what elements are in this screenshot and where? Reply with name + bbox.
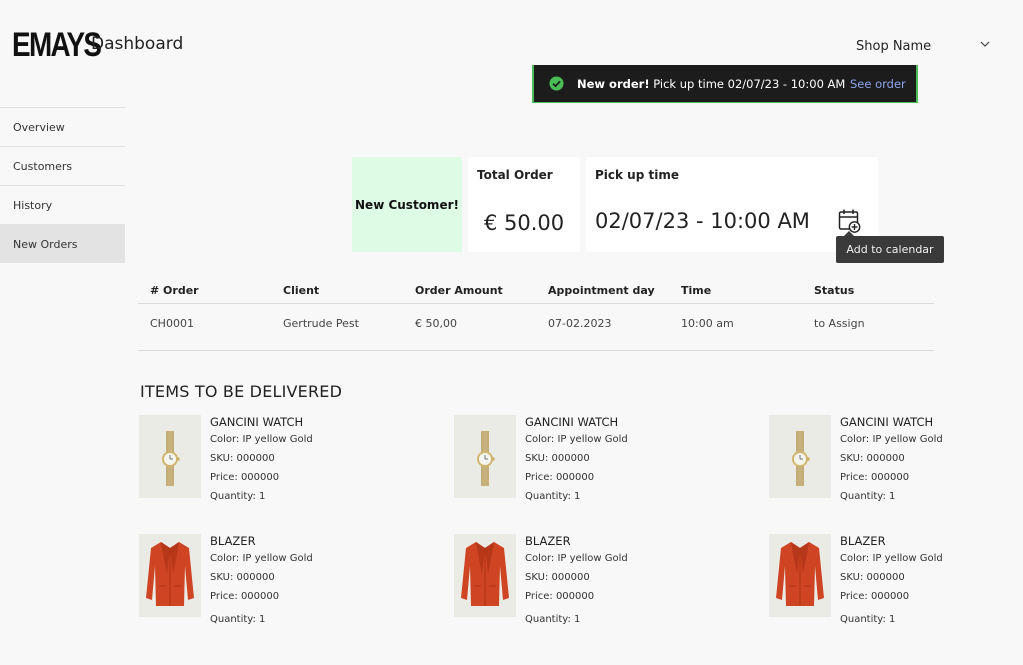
column-header-client: Client: [283, 284, 320, 297]
item-sku: SKU: 000000: [840, 453, 905, 464]
item-quantity: Quantity: 1: [525, 614, 581, 625]
column-header-amount: Order Amount: [415, 284, 503, 297]
watch-image: [454, 415, 516, 498]
delivery-item: BLAZER Color: IP yellow Gold SKU: 000000 Pr…: [454, 534, 704, 639]
watch-image: [139, 415, 201, 498]
toast-message-bold: New order!: [577, 77, 650, 91]
pickup-time-card: Pick up time 02/07/23 - 10:00 AM: [586, 157, 878, 252]
blazer-image: [454, 534, 516, 617]
sidebar-item-label: History: [13, 198, 53, 212]
item-sku: SKU: 000000: [840, 572, 905, 583]
item-sku: SKU: 000000: [525, 453, 590, 464]
item-name: BLAZER: [210, 534, 256, 548]
chevron-down-icon: [980, 41, 990, 47]
item-quantity: Quantity: 1: [525, 491, 581, 502]
item-color: Color: IP yellow Gold: [210, 434, 313, 445]
check-circle-icon: [549, 76, 564, 91]
see-order-link[interactable]: See order: [850, 77, 906, 91]
item-name: GANCINI WATCH: [210, 415, 304, 429]
new-order-toast: New order! Pick up time 02/07/23 - 10:00…: [532, 65, 918, 103]
item-price: Price: 000000: [840, 472, 910, 483]
item-quantity: Quantity: 1: [210, 491, 266, 502]
blazer-image: [769, 534, 831, 617]
item-color: Color: IP yellow Gold: [840, 553, 943, 564]
item-price: Price: 000000: [210, 591, 280, 602]
sidebar-item-overview[interactable]: Overview: [0, 107, 125, 146]
brand-logo: EMAYS: [12, 26, 102, 64]
item-name: GANCINI WATCH: [840, 415, 934, 429]
sidebar-item-label: Overview: [13, 120, 65, 134]
total-order-label: Total Order: [477, 168, 553, 182]
sidebar-item-customers[interactable]: Customers: [0, 146, 125, 185]
new-customer-card: New Customer!: [352, 157, 462, 252]
sidebar-item-label: Customers: [13, 159, 73, 173]
item-price: Price: 000000: [840, 591, 910, 602]
orders-table: # Order Client Order Amount Appointment …: [138, 278, 934, 351]
item-sku: SKU: 000000: [210, 572, 275, 583]
item-color: Color: IP yellow Gold: [210, 553, 313, 564]
blazer-image: [139, 534, 201, 617]
total-order-value: € 50.00: [484, 211, 565, 235]
column-header-appointment: Appointment day: [548, 284, 655, 297]
item-price: Price: 000000: [525, 472, 595, 483]
total-order-card: Total Order € 50.00: [468, 157, 580, 252]
item-name: GANCINI WATCH: [525, 415, 619, 429]
sidebar-item-history[interactable]: History: [0, 185, 125, 224]
toast-message-text: Pick up time 02/07/23 - 10:00 AM: [649, 77, 846, 91]
toast-message: New order! Pick up time 02/07/23 - 10:00…: [577, 77, 845, 91]
column-header-order: # Order: [150, 284, 199, 297]
item-name: BLAZER: [840, 534, 886, 548]
column-header-time: Time: [681, 284, 712, 297]
cell-appointment: 07-02.2023: [548, 317, 612, 330]
page-title: Dashboard: [91, 34, 184, 54]
item-price: Price: 000000: [210, 472, 280, 483]
delivery-item: BLAZER Color: IP yellow Gold SKU: 000000 Pr…: [769, 534, 1019, 639]
shop-name-label: Shop Name: [856, 38, 932, 54]
cell-time: 10:00 am: [681, 317, 734, 330]
item-name: BLAZER: [525, 534, 571, 548]
column-header-status: Status: [814, 284, 855, 297]
cell-order: CH0001: [150, 317, 194, 330]
sidebar-item-label: New Orders: [13, 237, 78, 251]
pickup-time-value: 02/07/23 - 10:00 AM: [595, 209, 810, 233]
delivery-item: GANCINI WATCH Color: IP yellow Gold SKU: 0…: [454, 415, 704, 520]
item-quantity: Quantity: 1: [840, 614, 896, 625]
item-color: Color: IP yellow Gold: [525, 434, 628, 445]
table-row[interactable]: CH0001 Gertrude Pest € 50,00 07-02.2023 …: [138, 304, 934, 351]
item-color: Color: IP yellow Gold: [525, 553, 628, 564]
watch-image: [769, 415, 831, 498]
table-header: # Order Client Order Amount Appointment …: [138, 278, 934, 304]
item-sku: SKU: 000000: [210, 453, 275, 464]
cell-status: to Assign: [814, 317, 865, 330]
item-price: Price: 000000: [525, 591, 595, 602]
cell-client: Gertrude Pest: [283, 317, 359, 330]
item-color: Color: IP yellow Gold: [840, 434, 943, 445]
delivery-item: BLAZER Color: IP yellow Gold SKU: 000000 Pr…: [139, 534, 389, 639]
items-section-title: ITEMS TO BE DELIVERED: [140, 382, 343, 401]
sidebar: Overview Customers History New Orders: [0, 107, 125, 263]
add-to-calendar-tooltip: Add to calendar: [836, 231, 944, 263]
sidebar-item-new-orders[interactable]: New Orders: [0, 224, 125, 263]
delivery-item: GANCINI WATCH Color: IP yellow Gold SKU: 0…: [139, 415, 389, 520]
new-customer-label: New Customer!: [355, 197, 459, 212]
item-quantity: Quantity: 1: [840, 491, 896, 502]
item-quantity: Quantity: 1: [210, 614, 266, 625]
delivery-item: GANCINI WATCH Color: IP yellow Gold SKU: 0…: [769, 415, 1019, 520]
shop-name-dropdown[interactable]: Shop Name: [856, 36, 996, 56]
pickup-time-label: Pick up time: [595, 168, 679, 182]
item-sku: SKU: 000000: [525, 572, 590, 583]
cell-amount: € 50,00: [415, 317, 457, 330]
